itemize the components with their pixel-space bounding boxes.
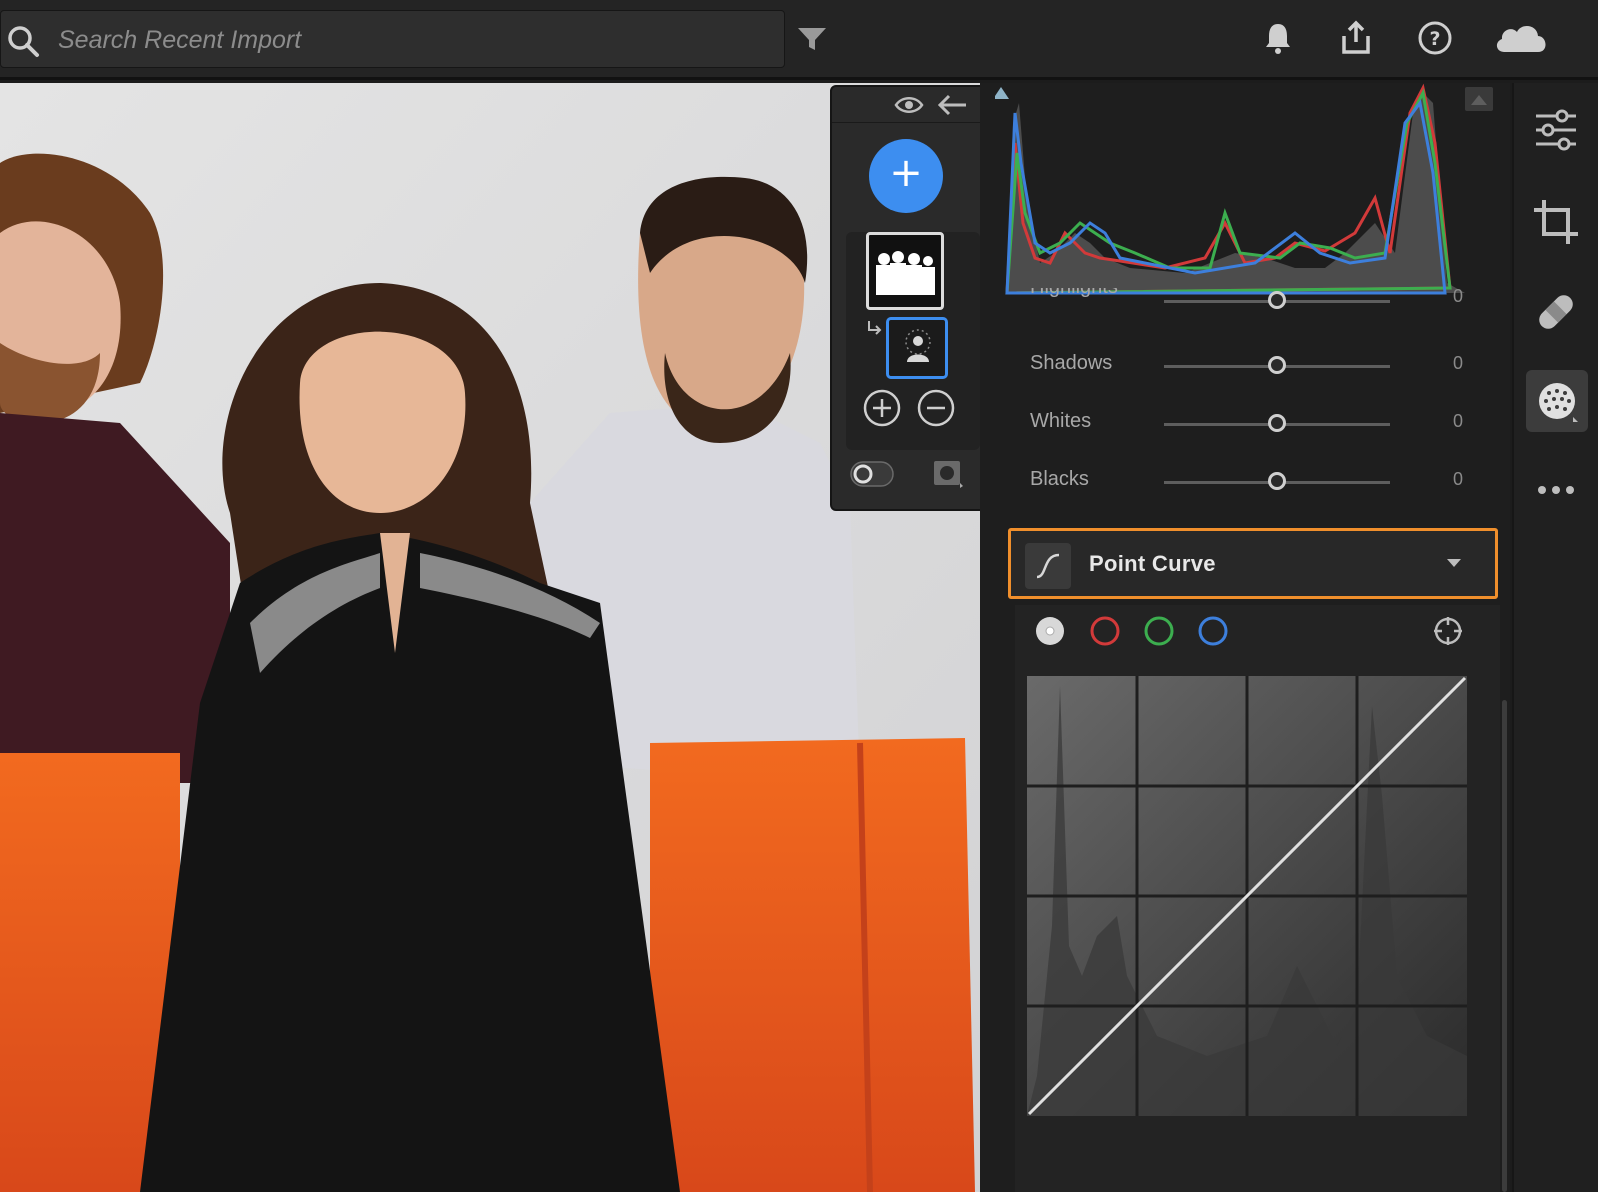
- select-people-icon: [905, 329, 931, 362]
- blacks-value: 0: [1453, 469, 1464, 489]
- submask-people[interactable]: [886, 317, 948, 379]
- filter-icon[interactable]: [792, 18, 832, 58]
- mask-thumbnail[interactable]: [866, 232, 944, 310]
- masking-icon: [1539, 383, 1578, 422]
- shadows-label: Shadows: [1030, 352, 1113, 374]
- blacks-label: Blacks: [1030, 468, 1089, 490]
- highlights-label: Highlights: [1030, 288, 1118, 299]
- histogram: [995, 83, 1510, 301]
- share-icon[interactable]: [1336, 18, 1376, 58]
- overlay-icon[interactable]: [932, 459, 964, 489]
- channel-green-button[interactable]: [1143, 615, 1175, 647]
- submask-arrow-icon: [868, 321, 882, 335]
- chevron-down-icon[interactable]: [1447, 559, 1461, 567]
- top-bar: Search Recent Import ?: [0, 0, 1598, 80]
- svg-text:?: ?: [1429, 28, 1440, 50]
- whites-thumb[interactable]: [1268, 414, 1286, 432]
- slider-whites[interactable]: Whites 0: [1030, 402, 1480, 442]
- masking-panel: +: [830, 85, 992, 511]
- search-icon[interactable]: [5, 23, 41, 59]
- point-curve-graph[interactable]: [1027, 676, 1467, 1116]
- shadows-value: 0: [1453, 353, 1464, 373]
- point-curve-dropdown[interactable]: Point Curve: [1008, 528, 1498, 599]
- edit-sliders-icon[interactable]: [1530, 104, 1582, 156]
- masking-tool-button[interactable]: [1526, 370, 1588, 432]
- help-icon[interactable]: ?: [1415, 18, 1455, 58]
- slider-blacks[interactable]: Blacks 0: [1030, 460, 1480, 500]
- panel-scrollbar[interactable]: [1502, 700, 1507, 1192]
- add-mask-button[interactable]: +: [869, 139, 943, 213]
- orange-box-right: [650, 738, 975, 1192]
- back-arrow-icon[interactable]: [936, 93, 968, 117]
- whites-label: Whites: [1030, 410, 1092, 432]
- point-curve-title: Point Curve: [1089, 551, 1216, 576]
- search-input[interactable]: Search Recent Import: [58, 26, 301, 55]
- channel-red-button[interactable]: [1089, 615, 1121, 647]
- shadows-thumb[interactable]: [1268, 356, 1286, 374]
- cloud-icon[interactable]: [1492, 18, 1550, 58]
- search-field[interactable]: Search Recent Import: [0, 10, 785, 68]
- channel-rgb-button[interactable]: [1034, 615, 1066, 647]
- masking-panel-header: [832, 87, 990, 123]
- slider-shadows[interactable]: Shadows 0: [1030, 344, 1480, 384]
- toggle-icon[interactable]: [850, 461, 894, 487]
- add-submask-icon[interactable]: [862, 388, 902, 428]
- channel-blue-button[interactable]: [1197, 615, 1229, 647]
- blacks-thumb[interactable]: [1268, 472, 1286, 490]
- subtract-submask-icon[interactable]: [916, 388, 956, 428]
- people-mask-thumbnail: [876, 251, 935, 295]
- curve-type-button[interactable]: [1025, 543, 1071, 589]
- add-mask-label: +: [889, 150, 923, 196]
- slider-highlights[interactable]: Highlights 0: [1030, 288, 1480, 318]
- whites-value: 0: [1453, 411, 1464, 431]
- curve-icon: [1036, 553, 1060, 579]
- highlights-value: 0: [1453, 288, 1464, 306]
- more-icon[interactable]: [1530, 464, 1582, 516]
- tool-rail: [1512, 83, 1598, 1192]
- crop-icon[interactable]: [1530, 196, 1582, 248]
- eye-icon[interactable]: [894, 93, 924, 117]
- target-adjust-icon[interactable]: [1432, 615, 1464, 647]
- bell-icon[interactable]: [1258, 18, 1298, 58]
- healing-icon[interactable]: [1530, 286, 1582, 338]
- highlights-thumb[interactable]: [1268, 291, 1286, 309]
